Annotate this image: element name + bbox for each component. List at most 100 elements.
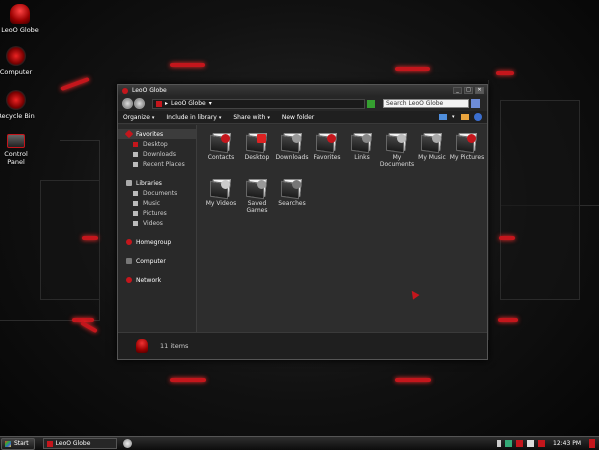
videos-icon: [133, 220, 138, 226]
my-music-folder-icon: [421, 130, 443, 154]
nav-item-music[interactable]: Music: [118, 198, 196, 208]
nav-network[interactable]: Network: [118, 275, 196, 285]
power-icon[interactable]: [538, 440, 545, 447]
navigation-pane: Favorites Desktop Downloads Recent Place…: [118, 125, 197, 332]
chevron-right-icon: ▸: [165, 100, 169, 107]
details-pane: 11 items: [118, 332, 487, 359]
show-desktop-button[interactable]: [589, 439, 595, 448]
title-bar[interactable]: LeoO Globe _ □ ✕: [118, 85, 487, 96]
explorer-window: LeoO Globe _ □ ✕ ▸ LeoO Globe ▾ Organize…: [117, 84, 488, 360]
flag-icon[interactable]: [516, 440, 523, 447]
saved-games-folder-icon: [246, 176, 268, 200]
folder-favorites[interactable]: Favorites: [309, 130, 345, 161]
nav-item-downloads[interactable]: Downloads: [118, 149, 196, 159]
folder-links[interactable]: Links: [344, 130, 380, 161]
my-pictures-folder-icon: [456, 130, 478, 154]
chevron-down-icon[interactable]: ▾: [209, 100, 212, 107]
libraries-icon: [126, 180, 132, 186]
desktop-folder-icon: [246, 130, 268, 154]
folder-downloads[interactable]: Downloads: [274, 130, 310, 161]
include-in-library-button[interactable]: Include in library ▾: [166, 114, 221, 121]
music-icon: [133, 200, 138, 206]
minimize-button[interactable]: _: [453, 87, 462, 94]
recycle-bin-icon: [6, 90, 26, 110]
share-with-button[interactable]: Share with ▾: [233, 114, 269, 121]
close-button[interactable]: ✕: [475, 87, 484, 94]
organize-button[interactable]: Organize ▾: [123, 114, 154, 121]
control-panel-icon: [7, 134, 25, 148]
start-button[interactable]: Start: [1, 437, 35, 450]
searches-folder-icon: [281, 176, 303, 200]
maximize-button[interactable]: □: [464, 87, 473, 94]
globe-icon: [136, 339, 148, 353]
clock[interactable]: 12:43 PM: [553, 440, 581, 447]
item-count: 11 items: [160, 342, 189, 350]
search-icon[interactable]: [471, 99, 480, 108]
nav-item-recent-places[interactable]: Recent Places: [118, 159, 196, 169]
windows-logo-icon: [5, 440, 11, 447]
address-row: ▸ LeoO Globe ▾: [118, 96, 487, 111]
desktop-icon-computer[interactable]: Computer: [0, 46, 36, 76]
show-hidden-icons-icon[interactable]: [497, 440, 501, 447]
links-folder-icon: [351, 130, 373, 154]
file-list: Contacts Desktop Downloads Favorites Lin…: [197, 125, 487, 332]
folder-my-videos[interactable]: My Videos: [203, 176, 239, 207]
nav-item-pictures[interactable]: Pictures: [118, 208, 196, 218]
forward-button[interactable]: [134, 98, 145, 109]
help-icon[interactable]: [474, 113, 482, 121]
recent-places-icon: [133, 161, 138, 167]
folder-desktop[interactable]: Desktop: [239, 130, 275, 161]
nav-item-desktop[interactable]: Desktop: [118, 139, 196, 149]
command-bar: Organize ▾ Include in library ▾ Share with…: [118, 111, 487, 124]
nav-homegroup[interactable]: Homegroup: [118, 237, 196, 247]
folder-saved-games[interactable]: Saved Games: [239, 176, 275, 214]
downloads-folder-icon: [281, 130, 303, 154]
network-status-icon[interactable]: [505, 440, 512, 447]
nav-favorites[interactable]: Favorites: [118, 129, 196, 139]
folder-my-pictures[interactable]: My Pictures: [449, 130, 485, 161]
volume-icon[interactable]: [527, 440, 534, 447]
nav-item-documents[interactable]: Documents: [118, 188, 196, 198]
system-tray: 12:43 PM: [497, 439, 599, 448]
desktop-icon: [133, 141, 138, 147]
favorites-folder-icon: [316, 130, 338, 154]
view-options-icon[interactable]: [439, 114, 447, 120]
address-bar[interactable]: ▸ LeoO Globe ▾: [152, 98, 365, 109]
media-player-icon[interactable]: [122, 439, 132, 448]
desktop-icon-leoo-globe[interactable]: LeoO Globe: [0, 4, 40, 34]
desktop-icon-label: Recycle Bin: [0, 112, 35, 120]
homegroup-icon: [126, 239, 132, 245]
taskbar: Start LeoO Globe 12:43 PM: [0, 436, 599, 450]
folder-contacts[interactable]: Contacts: [203, 130, 239, 161]
my-documents-folder-icon: [386, 130, 408, 154]
search-input[interactable]: [383, 99, 469, 108]
folder-icon: [156, 100, 162, 107]
documents-icon: [133, 190, 138, 196]
window-title: LeoO Globe: [132, 87, 167, 94]
window-icon: [122, 87, 128, 94]
folder-searches[interactable]: Searches: [274, 176, 310, 207]
desktop-icon-control-panel[interactable]: Control Panel: [0, 134, 36, 166]
desktop-icon-label: Control Panel: [4, 150, 28, 166]
refresh-icon[interactable]: [367, 99, 375, 108]
computer-icon: [6, 46, 26, 66]
globe-icon: [10, 4, 30, 24]
taskbar-item-leoo-globe[interactable]: LeoO Globe: [42, 438, 117, 449]
folder-my-documents[interactable]: My Documents: [379, 130, 415, 168]
nav-computer[interactable]: Computer: [118, 256, 196, 266]
desktop-icon-recycle-bin[interactable]: Recycle Bin: [0, 90, 36, 120]
folder-my-music[interactable]: My Music: [414, 130, 450, 161]
pictures-icon: [133, 210, 138, 216]
star-icon: [124, 129, 134, 139]
nav-item-videos[interactable]: Videos: [118, 218, 196, 228]
nav-libraries[interactable]: Libraries: [118, 178, 196, 188]
back-button[interactable]: [122, 98, 133, 109]
view-dropdown-icon[interactable]: ▾: [452, 114, 456, 120]
network-icon: [126, 277, 132, 283]
preview-pane-icon[interactable]: [461, 114, 469, 120]
desktop-icon-label: Computer: [0, 68, 33, 76]
my-videos-folder-icon: [210, 176, 232, 200]
contacts-folder-icon: [210, 130, 232, 154]
new-folder-button[interactable]: New folder: [282, 114, 314, 121]
computer-icon: [126, 258, 132, 264]
